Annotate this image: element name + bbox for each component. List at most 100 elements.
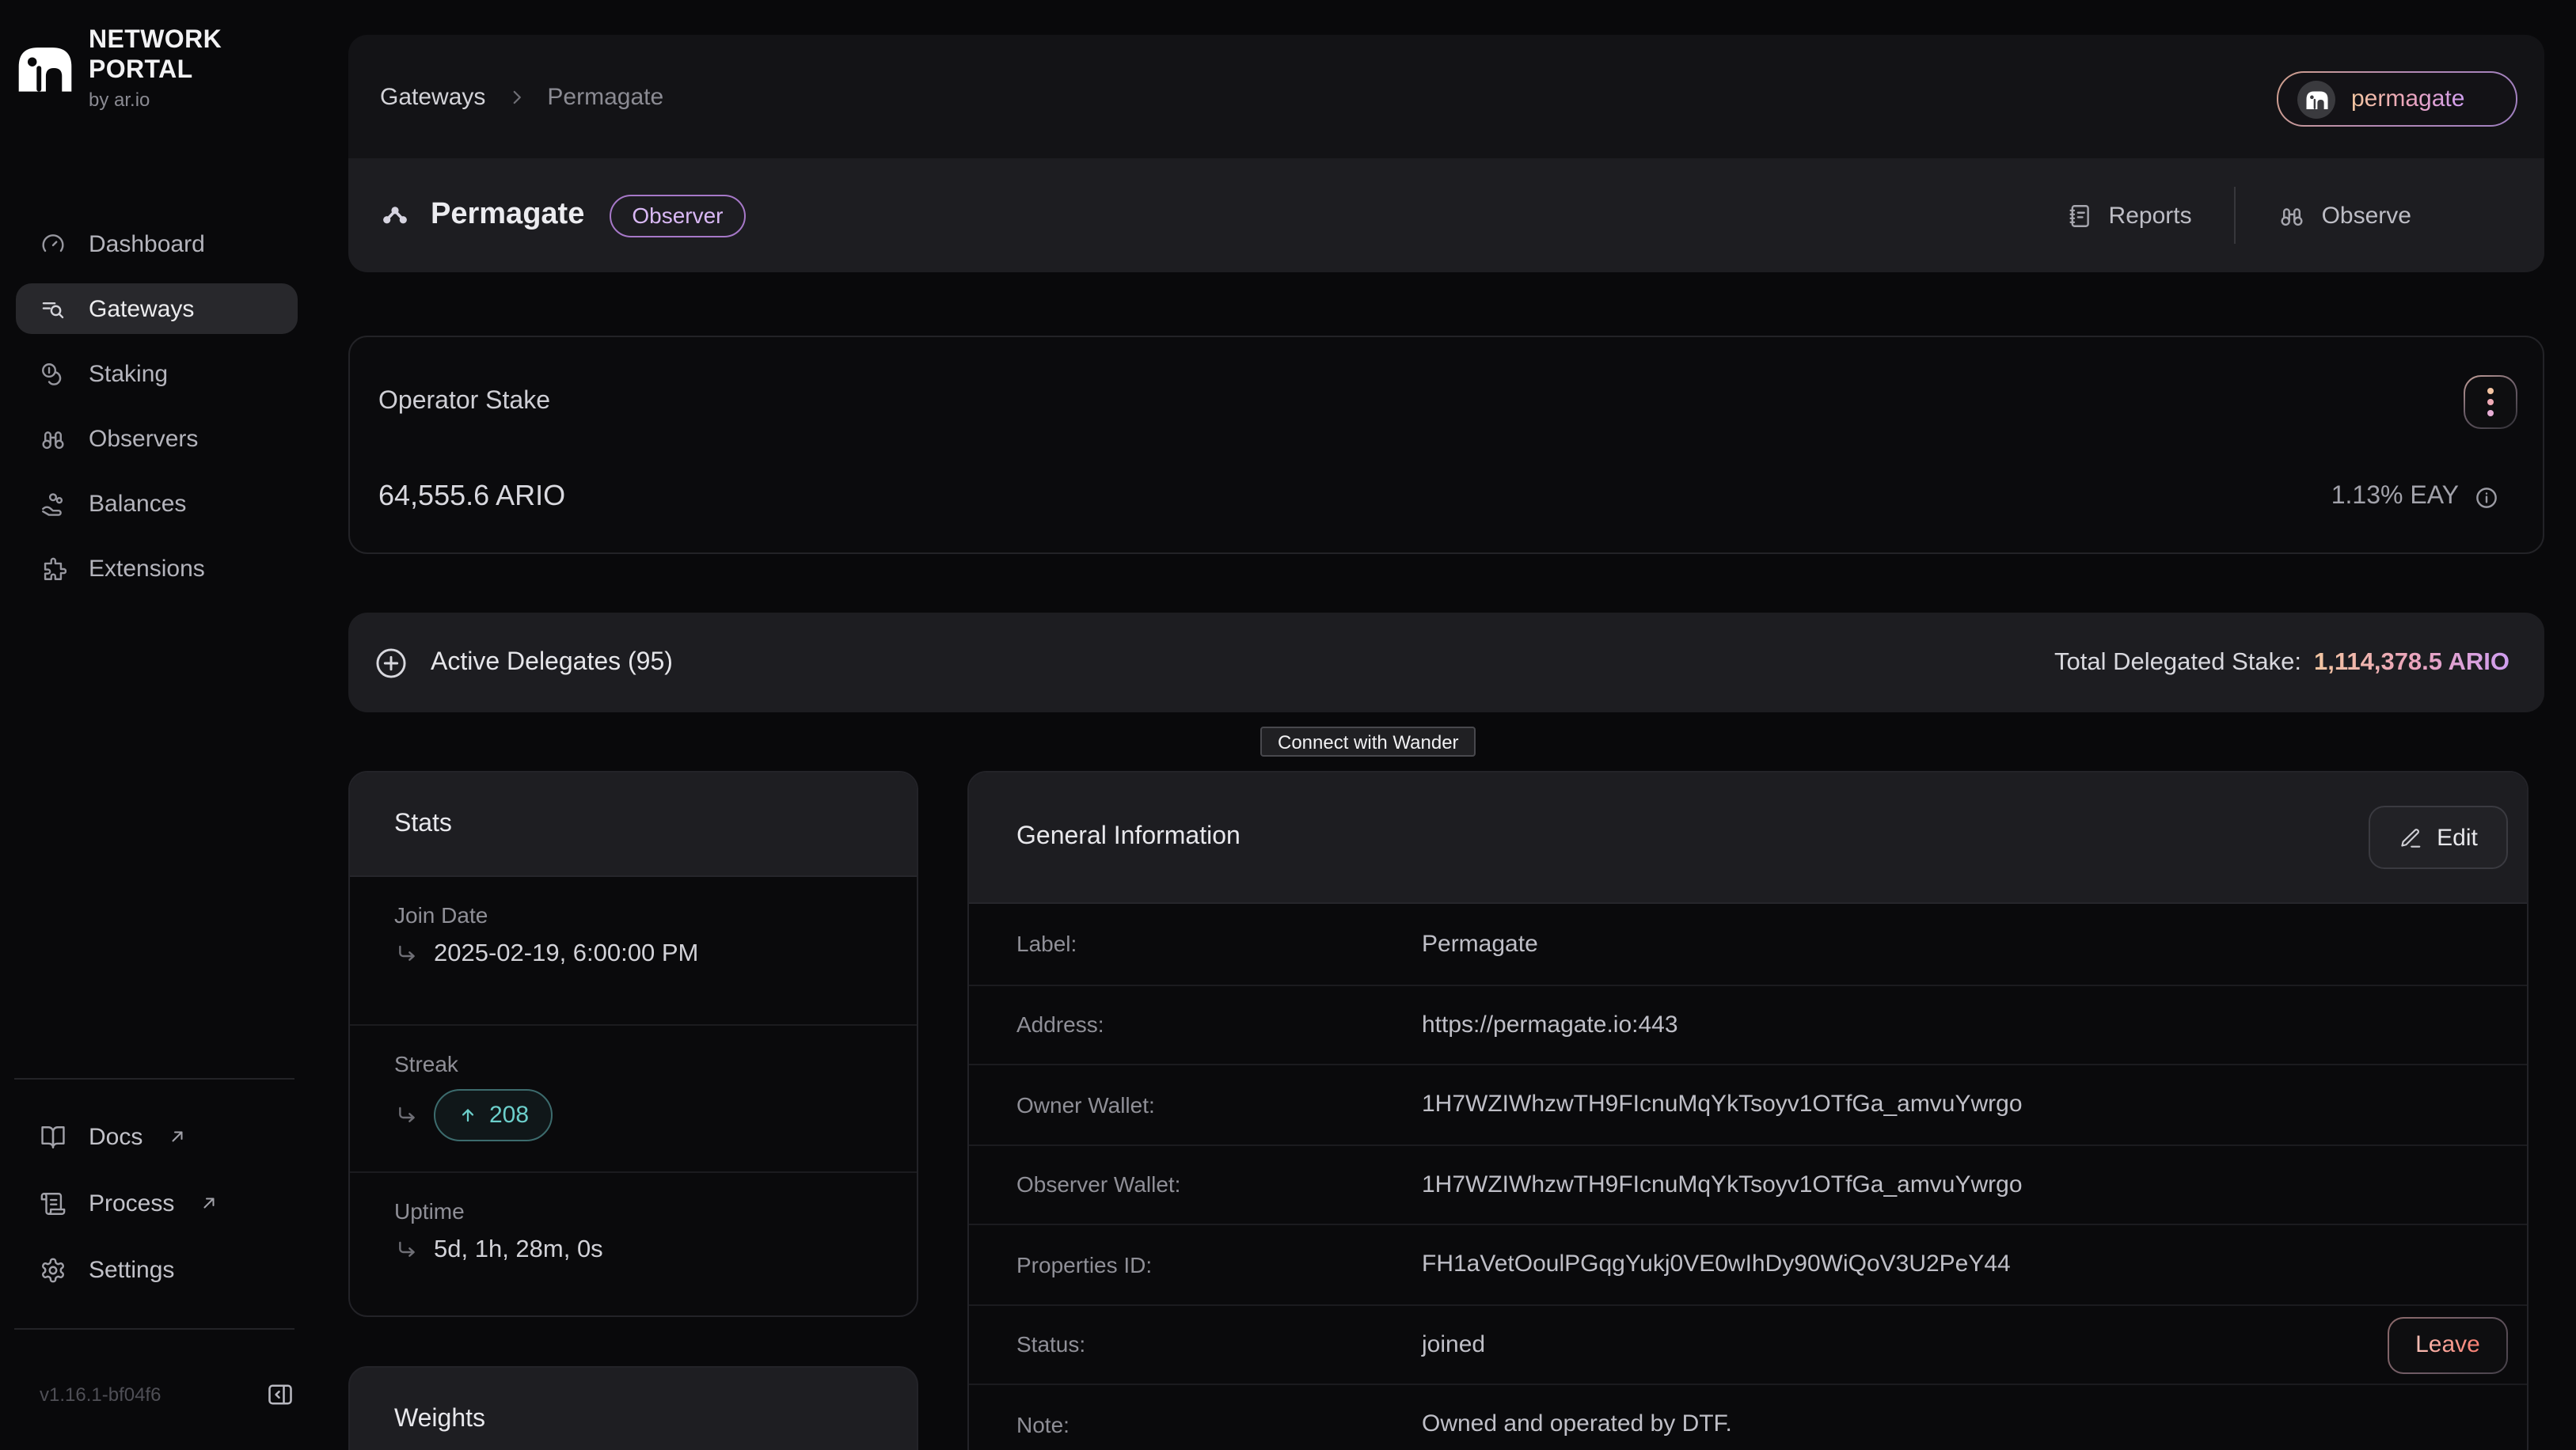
sidebar-item-settings[interactable]: Settings (16, 1244, 298, 1295)
leave-button-face: Leave (2389, 1318, 2506, 1372)
stat-label: Uptime (394, 1198, 917, 1224)
observe-button[interactable]: Observe (2279, 202, 2411, 229)
plus-circle-icon[interactable] (374, 645, 408, 680)
active-delegates-bar[interactable]: Active Delegates (95) Total Delegated St… (348, 613, 2544, 712)
breadcrumb: Gateways Permagate permagate (348, 35, 2544, 158)
sidebar-item-label: Dashboard (89, 230, 205, 257)
total-delegated-stake-label: Total Delegated Stake: (2054, 648, 2301, 677)
general-information-title: General Information (1016, 823, 1241, 852)
sidebar-item-observers[interactable]: Observers (16, 413, 298, 464)
external-link-icon (168, 1127, 187, 1146)
actions-divider (2235, 187, 2236, 244)
info-icon[interactable] (2473, 484, 2500, 511)
leave-label: Leave (2415, 1331, 2480, 1358)
operator-stake-title: Operator Stake (378, 388, 550, 416)
active-delegates-label: Active Delegates (95) (431, 648, 673, 677)
sidebar-item-label: Extensions (89, 555, 205, 582)
sidebar-links: Docs Process (16, 1111, 298, 1295)
eay-value: 1.13% EAY (2331, 483, 2459, 511)
gateway-node-icon (380, 200, 410, 230)
sidebar-divider-bottom (14, 1328, 294, 1330)
version-label: v1.16.1-bf04f6 (40, 1384, 161, 1406)
info-row-observer-wallet: Observer Wallet: 1H7WZIWhzwTH9FIcnuMqYkT… (969, 1144, 2527, 1224)
operator-stake-card: Operator Stake 64,555.6 ARIO 1.13% EAY (348, 336, 2544, 554)
gateway-title-bar: Permagate Observer Reports (348, 158, 2544, 272)
stake-menu-button[interactable] (2464, 375, 2517, 429)
sidebar-item-dashboard[interactable]: Dashboard (16, 218, 298, 269)
info-row-status: Status: joined Leave (969, 1304, 2527, 1384)
gear-icon (40, 1256, 66, 1283)
binoculars-icon (40, 425, 66, 452)
wallet-avatar (2297, 80, 2335, 118)
edit-label: Edit (2437, 824, 2478, 851)
puzzle-icon (40, 555, 66, 582)
notebook-icon (2066, 202, 2093, 229)
brand-title-line1: NETWORK (89, 25, 222, 55)
info-value: Permagate (1422, 931, 1538, 958)
sidebar-item-balances[interactable]: Balances (16, 478, 298, 529)
general-information-panel: General Information Edit Label: Permagat… (967, 771, 2529, 1450)
external-link-icon (199, 1194, 218, 1213)
streak-badge: 208 (434, 1089, 553, 1141)
info-value: 1H7WZIWhzwTH9FIcnuMqYkTsoyv1OTfGa_amvuYw… (1422, 1091, 2023, 1118)
weights-header: Weights (350, 1368, 917, 1450)
sidebar-item-gateways[interactable]: Gateways (16, 283, 298, 334)
info-label: Note: (1016, 1412, 1422, 1437)
book-open-icon (40, 1123, 66, 1150)
sidebar-item-process[interactable]: Process (16, 1178, 298, 1228)
wallet-name: permagate (2351, 85, 2464, 112)
sidebar-item-extensions[interactable]: Extensions (16, 543, 298, 594)
sidebar-item-staking[interactable]: Staking (16, 348, 298, 399)
leave-button[interactable]: Leave (2388, 1316, 2508, 1373)
info-row-properties-id: Properties ID: FH1aVetOoulPGqgYukj0VE0wI… (969, 1224, 2527, 1304)
sidebar-item-label: Observers (89, 425, 198, 452)
connected-wallet-button[interactable]: permagate (2277, 71, 2517, 127)
info-value: 1H7WZIWhzwTH9FIcnuMqYkTsoyv1OTfGa_amvuYw… (1422, 1171, 2023, 1198)
sidebar: NETWORK PORTAL by ar.io Dashboard (0, 0, 332, 1450)
eay-indicator: 1.13% EAY (2331, 483, 2500, 511)
total-delegated-stake: Total Delegated Stake: 1,114,378.5 ARIO (2054, 648, 2510, 677)
info-row-address: Address: https://permagate.io:443 (969, 984, 2527, 1064)
sidebar-nav: Dashboard Gateways Staking (16, 218, 298, 594)
sidebar-item-label: Settings (89, 1256, 174, 1283)
observe-label: Observe (2322, 202, 2411, 229)
stat-row-join-date: Join Date 2025-02-19, 6:00:00 PM (350, 877, 917, 1024)
sidebar-divider-top (14, 1078, 294, 1080)
gauge-icon (40, 230, 66, 257)
tooltip-text: Connect with Wander (1278, 731, 1459, 753)
coins-icon (40, 360, 66, 387)
ario-logo-icon (16, 25, 74, 111)
sidebar-item-docs[interactable]: Docs (16, 1111, 298, 1162)
kebab-icon (2465, 377, 2516, 427)
hand-coins-icon (40, 490, 66, 517)
stats-header: Stats (350, 772, 917, 877)
breadcrumb-gateways-link[interactable]: Gateways (380, 83, 485, 110)
stats-title: Stats (394, 810, 452, 838)
info-label: Label: (1016, 932, 1422, 957)
stat-row-uptime: Uptime 5d, 1h, 28m, 0s (350, 1171, 917, 1317)
connect-with-wander-tooltip: Connect with Wander (1260, 727, 1476, 757)
reports-button[interactable]: Reports (2066, 202, 2192, 229)
sidebar-item-label: Process (89, 1190, 174, 1217)
operator-stake-value: 64,555.6 ARIO (378, 480, 565, 513)
corner-down-right-icon (394, 942, 420, 967)
info-label: Observer Wallet: (1016, 1172, 1422, 1198)
info-row-label: Label: Permagate (969, 904, 2527, 984)
list-search-icon (40, 295, 66, 322)
info-value: joined (1422, 1331, 1485, 1358)
collapse-sidebar-button[interactable] (264, 1379, 296, 1410)
weights-title: Weights (394, 1406, 485, 1434)
binoculars-icon (2279, 202, 2306, 229)
page-header-card: Gateways Permagate permagate (348, 35, 2544, 272)
brand-title-line2: PORTAL (89, 55, 222, 85)
info-label: Status: (1016, 1332, 1422, 1357)
stat-value: 5d, 1h, 28m, 0s (434, 1236, 603, 1265)
observer-badge: Observer (610, 194, 745, 237)
network-portal-app: NETWORK PORTAL by ar.io Dashboard (0, 0, 2576, 1450)
stat-label: Streak (394, 1051, 917, 1076)
info-value: https://permagate.io:443 (1422, 1012, 1678, 1038)
breadcrumb-current: Permagate (547, 83, 663, 110)
sidebar-item-label: Gateways (89, 295, 194, 322)
edit-button[interactable]: Edit (2369, 806, 2508, 869)
title-actions: Reports Observe (2066, 187, 2411, 244)
